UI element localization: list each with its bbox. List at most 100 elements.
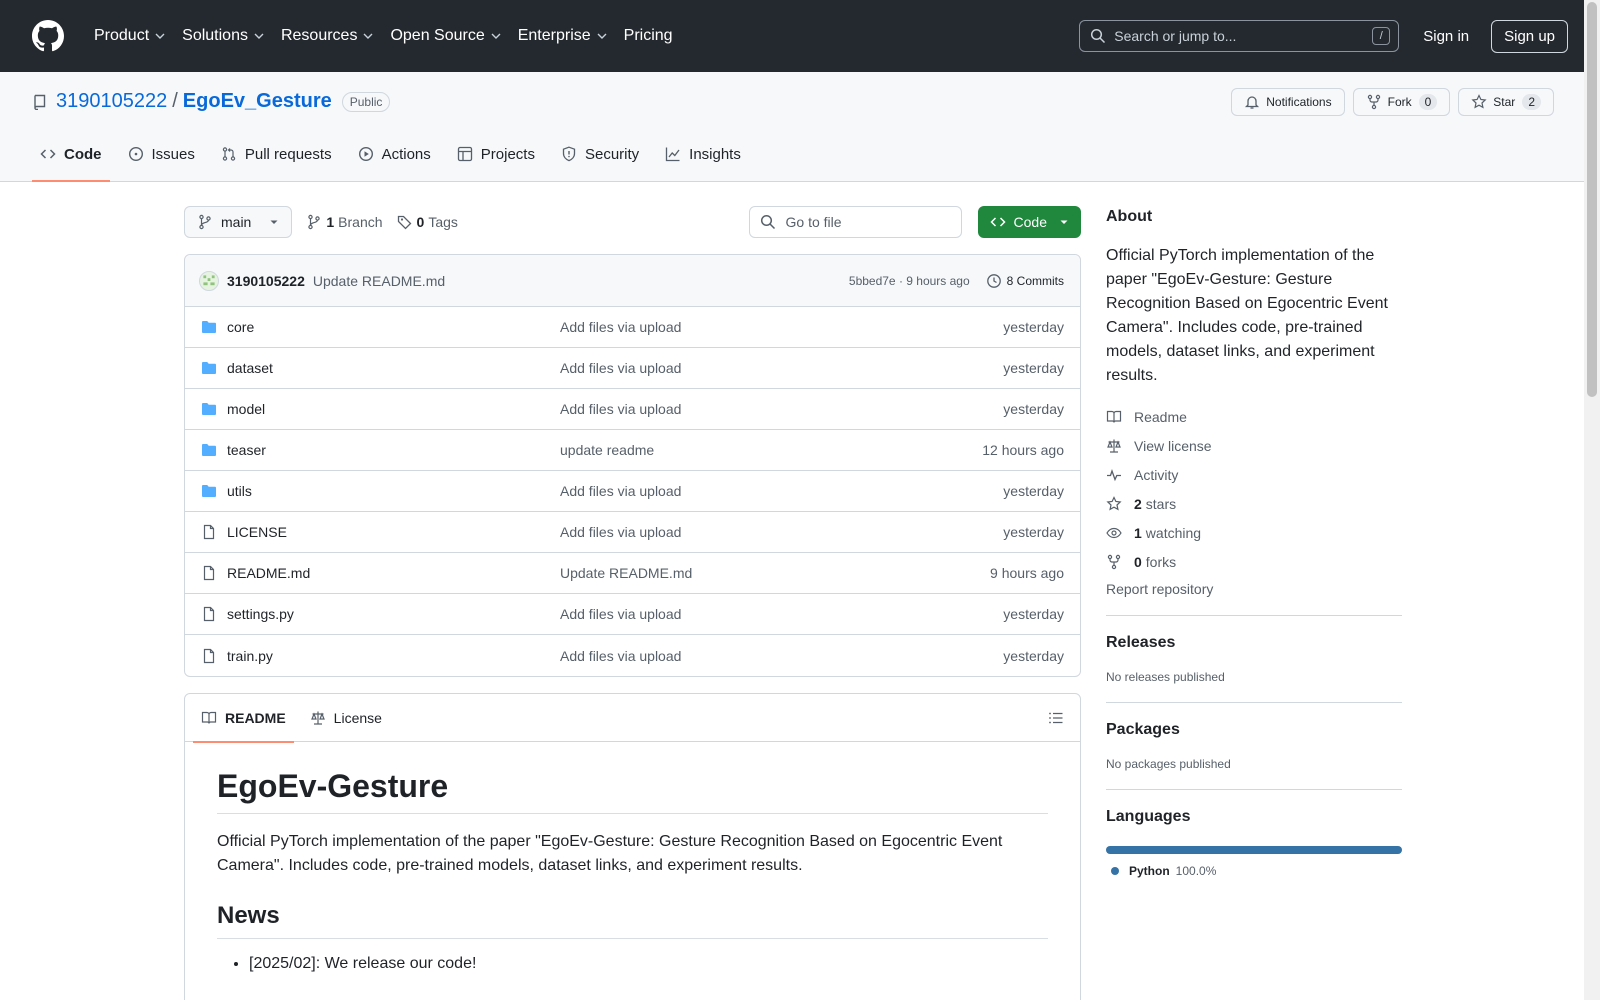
file-name-link[interactable]: core [227,319,560,335]
sign-up-button[interactable]: Sign up [1491,19,1568,53]
license-link[interactable]: View license [1106,431,1402,460]
file-type-icon [201,565,217,581]
tab-issues[interactable]: Issues [120,141,203,181]
caret-down-icon [270,220,278,224]
chevron-down-icon [363,33,373,39]
list-unordered-icon[interactable] [1048,710,1064,726]
stars-link[interactable]: 2 stars [1106,489,1402,518]
file-commit-message[interactable]: Add files via upload [560,606,1003,622]
file-commit-message[interactable]: update readme [560,442,982,458]
packages-empty-text: No packages published [1106,757,1231,771]
file-commit-message[interactable]: Update README.md [560,565,990,581]
identicon-icon [203,274,215,285]
repo-main: main 1 Branch 0 Tags Go to file Code 319… [184,206,1081,1000]
readme-link[interactable]: Readme [1106,402,1402,431]
packages-heading[interactable]: Packages [1106,721,1402,739]
file-name-link[interactable]: teaser [227,442,560,458]
file-commit-message[interactable]: Add files via upload [560,483,1003,499]
table-row[interactable]: model Add files via upload yesterday [185,389,1080,430]
tab-code[interactable]: Code [32,141,110,182]
releases-heading[interactable]: Releases [1106,634,1402,652]
tab-security[interactable]: Security [553,141,647,181]
nav-open-source-label: Open Source [390,27,485,44]
file-name-link[interactable]: train.py [227,648,560,664]
tab-readme[interactable]: README [193,694,294,743]
table-row[interactable]: dataset Add files via upload yesterday [185,348,1080,389]
file-commit-message[interactable]: Add files via upload [560,401,1003,417]
tags-link[interactable]: 0 Tags [397,214,458,230]
table-row[interactable]: teaser update readme 12 hours ago [185,430,1080,471]
tab-insights[interactable]: Insights [657,141,749,181]
table-row[interactable]: core Add files via upload yesterday [185,307,1080,348]
forks-label: forks [1145,553,1177,570]
star-icon [1471,94,1487,109]
nav-resources[interactable]: Resources [273,19,382,53]
file-name-link[interactable]: settings.py [227,606,560,622]
commits-history-link[interactable]: 8 Commits [986,273,1064,289]
commit-hash-time[interactable]: 5bbed7e · 9 hours ago [849,274,970,288]
watchers-link[interactable]: 1 watching [1106,518,1402,547]
commit-author-link[interactable]: 3190105222 [227,273,305,289]
file-commit-message[interactable]: Add files via upload [560,524,1003,540]
nav-product[interactable]: Product [86,19,174,53]
file-commit-message[interactable]: Add files via upload [560,648,1003,664]
nav-open-source[interactable]: Open Source [382,19,509,53]
nav-solutions[interactable]: Solutions [174,19,273,53]
tab-pull-requests[interactable]: Pull requests [213,141,340,181]
code-icon [40,149,56,159]
activity-link[interactable]: Activity [1106,460,1402,489]
tab-license[interactable]: License [302,694,390,742]
file-name-link[interactable]: utils [227,483,560,499]
file-name-link[interactable]: LICENSE [227,524,560,540]
law-icon [1107,439,1121,453]
tab-actions[interactable]: Actions [350,141,439,181]
file-name-link[interactable]: README.md [227,565,560,581]
folder-icon [202,321,216,333]
forks-link[interactable]: 0 forks [1106,547,1402,576]
fork-button[interactable]: Fork 0 [1352,88,1451,116]
commit-message-link[interactable]: Update README.md [313,273,445,289]
scrollbar-thumb[interactable] [1587,2,1597,397]
table-row[interactable]: utils Add files via upload yesterday [185,471,1080,512]
tag-count: 0 [416,214,425,230]
file-list: core Add files via upload yesterday dataset… [185,307,1080,676]
table-row[interactable]: LICENSE Add files via upload yesterday [185,512,1080,553]
sign-in-link[interactable]: Sign in [1423,28,1469,45]
global-search-input[interactable]: Search or jump to... / [1079,20,1400,52]
code-clone-button[interactable]: Code [977,206,1081,238]
table-row[interactable]: train.py Add files via upload yesterday [185,635,1080,676]
file-name-link[interactable]: model [227,401,560,417]
nav-enterprise[interactable]: Enterprise [510,19,616,53]
branches-link[interactable]: 1 Branch [306,214,383,230]
file-type-icon [201,648,217,664]
repo-owner-link[interactable]: 3190105222 [56,90,167,113]
repo-name-link[interactable]: EgoEv_Gesture [183,90,332,113]
readme-panel: README License EgoEv-Gesture Official Py… [184,693,1081,1000]
nav-enterprise-label: Enterprise [517,27,591,44]
file-commit-message[interactable]: Add files via upload [560,319,1003,335]
star-count: 2 [1522,94,1541,110]
nav-pricing[interactable]: Pricing [616,19,681,53]
notifications-button[interactable]: Notifications [1231,88,1345,116]
star-button[interactable]: Star 2 [1458,88,1554,116]
nav-pricing-label: Pricing [623,27,673,44]
file-name-link[interactable]: dataset [227,360,560,376]
stars-label: stars [1145,495,1177,512]
table-row[interactable]: settings.py Add files via upload yesterday [185,594,1080,635]
report-repository-link[interactable]: Report repository [1106,581,1402,597]
nav-solutions-label: Solutions [182,27,248,44]
table-row[interactable]: README.md Update README.md 9 hours ago [185,553,1080,594]
file-commit-message[interactable]: Add files via upload [560,360,1003,376]
go-to-file-input[interactable]: Go to file [748,206,962,238]
watching-count: 1 [1134,524,1142,541]
file-commit-time: yesterday [1003,483,1064,499]
avatar[interactable] [199,270,219,291]
file-commit-time: yesterday [1003,647,1064,664]
github-logo-icon[interactable] [32,20,64,52]
branch-select[interactable]: main [184,206,293,238]
fork-icon [1107,554,1121,569]
language-item-python[interactable]: Python 100.0% [1106,864,1402,878]
tab-projects[interactable]: Projects [449,141,543,181]
page-scrollbar[interactable] [1584,0,1600,1000]
chevron-down-icon [597,33,607,39]
